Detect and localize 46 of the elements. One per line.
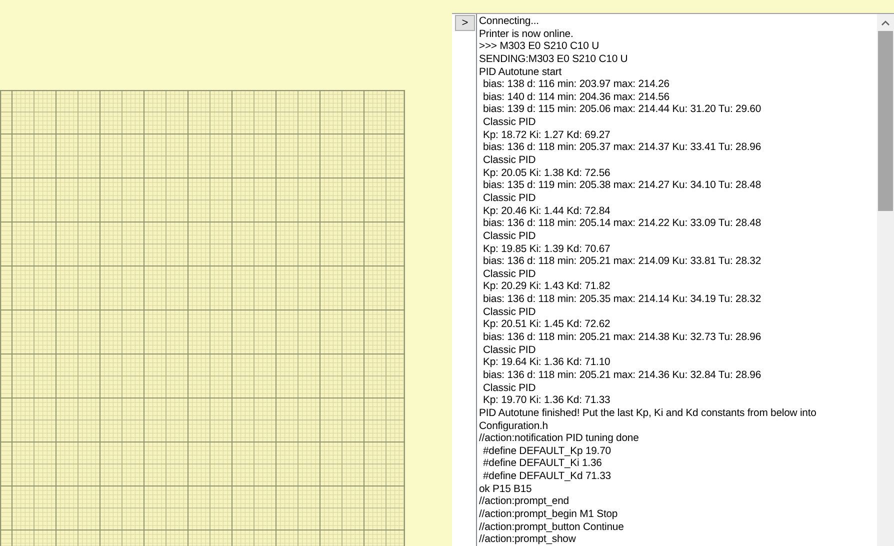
scrollbar-thumb[interactable] xyxy=(878,31,893,211)
log-line: bias: 136 d: 118 min: 205.37 max: 214.37 Ku: 33.41 Tu: 28.96 xyxy=(482,142,762,156)
scroll-up-icon[interactable] xyxy=(881,20,890,26)
log-line: bias: 136 d: 118 min: 205.21 max: 214.36 Ku: 32.84 Tu: 28.96 xyxy=(482,370,762,383)
log-line: Classic PID xyxy=(482,117,537,130)
log-line: PID Autotune start xyxy=(479,66,563,80)
log-line: >>> M303 E0 S210 C10 U xyxy=(479,41,600,54)
log-line: Kp: 20.46 Ki: 1.44 Kd: 72.84 xyxy=(482,206,612,218)
log-line: #define DEFAULT_Kd 71.33 xyxy=(482,471,612,484)
log-line: Kp: 19.85 Ki: 1.39 Kd: 70.67 xyxy=(482,244,612,256)
log-line: Configuration.h xyxy=(479,420,549,434)
log-line: Kp: 20.05 Ki: 1.38 Kd: 72.56 xyxy=(482,168,612,180)
log-line: //action:prompt_button Continue xyxy=(479,522,625,534)
scrollbar[interactable] xyxy=(877,14,894,546)
log-line: bias: 136 d: 118 min: 205.21 max: 214.38 Ku: 32.73 Tu: 28.96 xyxy=(482,332,762,345)
log-line: Classic PID xyxy=(482,268,537,282)
log-line: Classic PID xyxy=(482,230,537,244)
log-line: bias: 136 d: 118 min: 205.14 max: 214.22 Ku: 33.09 Tu: 28.48 xyxy=(482,218,762,231)
log-line: Kp: 19.70 Ki: 1.36 Kd: 71.33 xyxy=(482,395,612,408)
send-button[interactable]: > xyxy=(455,15,475,31)
log-line: bias: 135 d: 119 min: 205.38 max: 214.27 Ku: 34.10 Tu: 28.48 xyxy=(482,180,762,193)
log-line: bias: 140 d: 114 min: 204.36 max: 214.56 xyxy=(482,92,670,104)
log-line: bias: 138 d: 116 min: 203.97 max: 214.26 xyxy=(482,79,670,92)
log-line: Printer is now online. xyxy=(479,28,574,42)
log-line: Classic PID xyxy=(482,155,537,168)
log-line: bias: 136 d: 118 min: 205.21 max: 214.09 Ku: 33.81 Tu: 28.32 xyxy=(482,256,762,269)
log-line: #define DEFAULT_Kp 19.70 xyxy=(482,446,612,458)
log-line: bias: 139 d: 115 min: 205.06 max: 214.44 Ku: 31.20 Tu: 29.60 xyxy=(482,104,762,118)
log-line: Kp: 20.29 Ki: 1.43 Kd: 71.82 xyxy=(482,281,612,294)
log-line: Kp: 20.51 Ki: 1.45 Kd: 72.62 xyxy=(482,319,612,332)
log-line: #define DEFAULT_Ki 1.36 xyxy=(482,458,603,472)
log-line: Connecting... xyxy=(479,16,540,29)
log-line: Classic PID xyxy=(482,192,537,206)
log-line: //action:prompt_begin M1 Stop xyxy=(479,508,619,522)
log-line: Kp: 19.64 Ki: 1.36 Kd: 71.10 xyxy=(482,357,612,370)
log-line: //action:notification PID tuning done xyxy=(479,433,640,446)
log-line: //action:prompt_end xyxy=(479,496,570,509)
log-line: Classic PID xyxy=(482,382,537,396)
log-line: Classic PID xyxy=(482,306,537,320)
log-line: bias: 136 d: 118 min: 205.35 max: 214.14 Ku: 34.19 Tu: 28.32 xyxy=(482,294,762,307)
log-line: Classic PID xyxy=(482,344,537,358)
log-line: PID Autotune finished! Put the last Kp, Ki and Kd constants from below into xyxy=(479,408,818,420)
log-line: ok P15 B15 xyxy=(479,484,533,496)
log-line: Kp: 18.72 Ki: 1.27 Kd: 69.27 xyxy=(482,130,612,142)
log-line: SENDING:M303 E0 S210 C10 U xyxy=(479,54,629,67)
log-line: //action:prompt_show xyxy=(479,534,577,546)
